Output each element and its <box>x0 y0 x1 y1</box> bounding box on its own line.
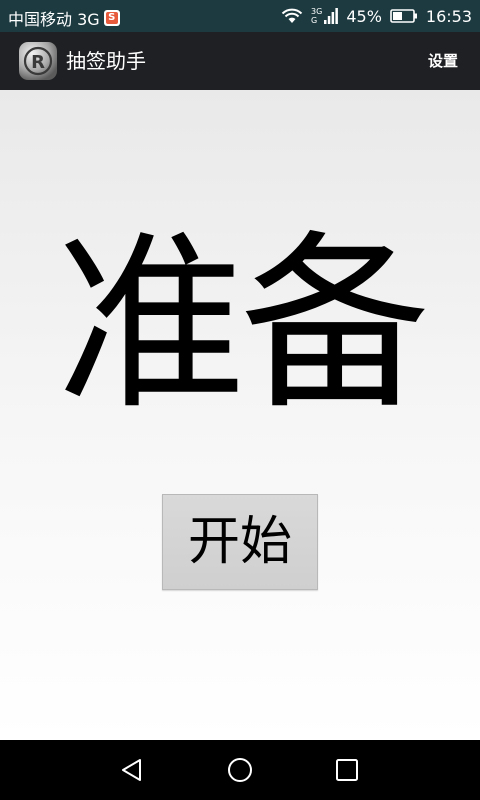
signal-indicator: 3G G <box>311 7 339 25</box>
battery-percent: 45% <box>346 6 382 26</box>
svg-text:R: R <box>31 52 45 73</box>
main-content: 准备 开始 <box>0 90 480 740</box>
network-sub-label: G <box>311 16 318 25</box>
battery-icon <box>390 8 418 24</box>
status-indicators: 3G G 45% 16:53 <box>281 4 472 28</box>
back-triangle-icon[interactable] <box>118 756 146 784</box>
clock: 16:53 <box>425 6 472 26</box>
draw-status-text: 准备 <box>55 214 430 435</box>
settings-button[interactable]: 设置 <box>428 50 458 72</box>
cell-signal-icon <box>324 8 339 24</box>
network-type-label: 3G <box>311 7 323 16</box>
wifi-icon <box>281 8 303 24</box>
home-circle-icon[interactable] <box>226 756 254 784</box>
notification-app-icon: S <box>103 10 120 26</box>
registered-trademark-icon[interactable]: R <box>18 41 58 81</box>
carrier-label: 中国移动 3G <box>8 10 100 29</box>
action-bar: R 抽签助手 设置 <box>0 32 480 90</box>
app-title: 抽签助手 <box>66 49 146 73</box>
start-button[interactable]: 开始 <box>162 494 318 590</box>
carrier-info: 中国移动 3G S <box>8 6 120 30</box>
recent-apps-square-icon[interactable] <box>333 756 361 784</box>
screen: 中国移动 3G S 3G G 45% 16:53 R 抽签助手 设置 准备 开始 <box>0 0 480 800</box>
navigation-bar <box>0 740 480 800</box>
status-bar: 中国移动 3G S 3G G 45% 16:53 <box>0 0 480 32</box>
